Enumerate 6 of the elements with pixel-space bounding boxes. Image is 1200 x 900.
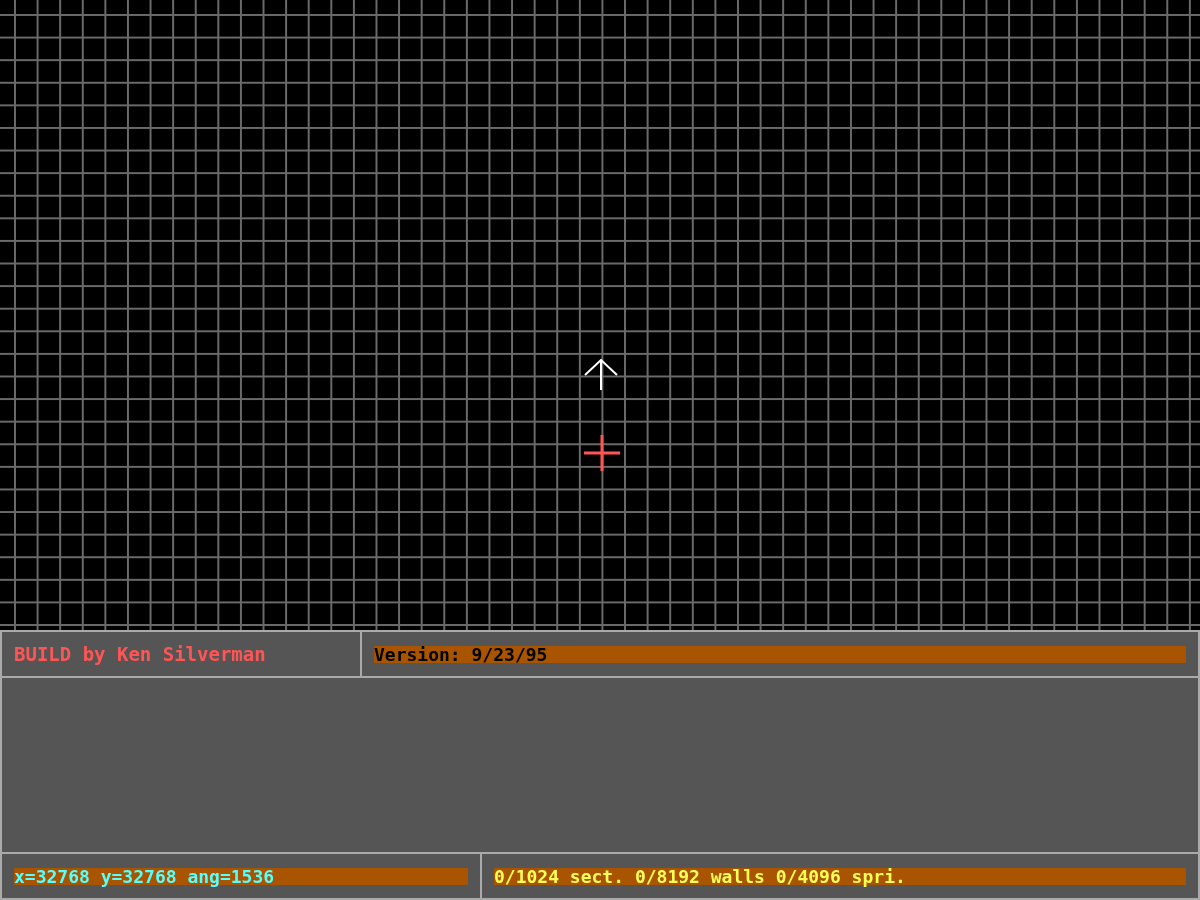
object-counts: 0/1024 sect. 0/8192 walls 0/4096 spri.: [494, 867, 1186, 885]
position-readout: x=32768 y=32768 ang=1536: [14, 867, 468, 885]
app-title: BUILD by Ken Silverman: [14, 643, 266, 665]
crosshair-icon: [584, 435, 620, 471]
player-arrow-icon: [584, 359, 618, 391]
version-text: Version: 9/23/95: [374, 645, 1186, 663]
